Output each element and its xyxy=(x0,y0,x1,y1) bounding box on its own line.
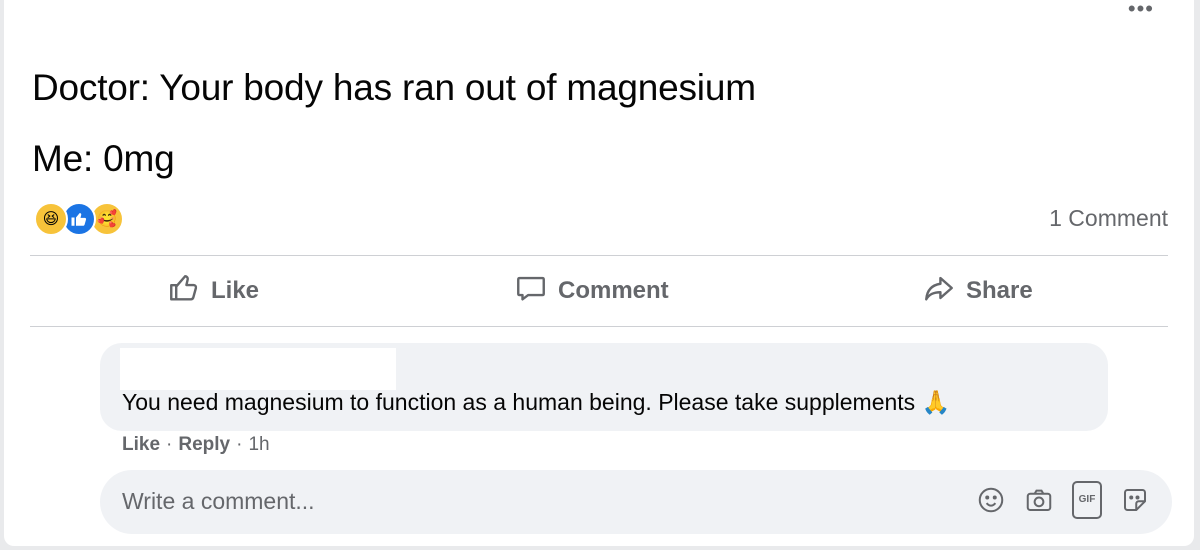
comment-input[interactable]: Write a comment... GIF xyxy=(100,470,1172,534)
emoji-icon[interactable] xyxy=(976,485,1006,515)
comment-body: You need magnesium to function as a huma… xyxy=(122,389,916,415)
redacted-commenter-name xyxy=(120,348,396,390)
divider-top xyxy=(30,255,1168,256)
comment-text: You need magnesium to function as a huma… xyxy=(122,389,950,416)
praying-hands-emoji: 🙏 xyxy=(921,389,951,415)
speech-bubble-icon xyxy=(514,271,548,312)
share-button-label: Share xyxy=(966,277,1033,304)
sticker-icon[interactable] xyxy=(1120,485,1150,515)
meta-separator: · xyxy=(236,434,243,455)
share-arrow-icon xyxy=(922,271,956,312)
haha-reaction-icon: 😆 xyxy=(34,202,68,236)
comment-like-link[interactable]: Like xyxy=(122,434,160,456)
gif-icon[interactable]: GIF xyxy=(1072,481,1102,519)
comment-count[interactable]: 1 Comment xyxy=(1049,205,1168,232)
meta-separator: · xyxy=(166,434,173,455)
composer-icons: GIF xyxy=(976,481,1150,519)
comment-timestamp[interactable]: 1h xyxy=(248,434,269,456)
comment-button[interactable]: Comment xyxy=(514,271,669,311)
post-text-line-2: Me: 0mg xyxy=(32,138,175,179)
post-card: ••• Doctor: Your body has ran out of mag… xyxy=(4,0,1194,546)
comment-reply-link[interactable]: Reply xyxy=(178,434,230,456)
thumbs-up-icon xyxy=(167,271,201,312)
camera-icon[interactable] xyxy=(1024,485,1054,515)
reactions-summary[interactable]: 😆 🥰 xyxy=(34,200,144,236)
comment-meta: Like · Reply · 1h xyxy=(122,434,270,456)
like-button[interactable]: Like xyxy=(167,271,259,311)
comment-input-placeholder: Write a comment... xyxy=(122,488,315,514)
comment-bubble: You need magnesium to function as a huma… xyxy=(100,343,1108,431)
share-button[interactable]: Share xyxy=(922,271,1033,311)
more-options-icon[interactable]: ••• xyxy=(1128,0,1154,20)
gif-icon-label: GIF xyxy=(1072,481,1102,519)
post-text-line-1: Doctor: Your body has ran out of magnesi… xyxy=(32,67,756,108)
like-button-label: Like xyxy=(211,277,260,304)
divider-bottom xyxy=(30,326,1168,327)
comment-button-label: Comment xyxy=(558,277,669,304)
